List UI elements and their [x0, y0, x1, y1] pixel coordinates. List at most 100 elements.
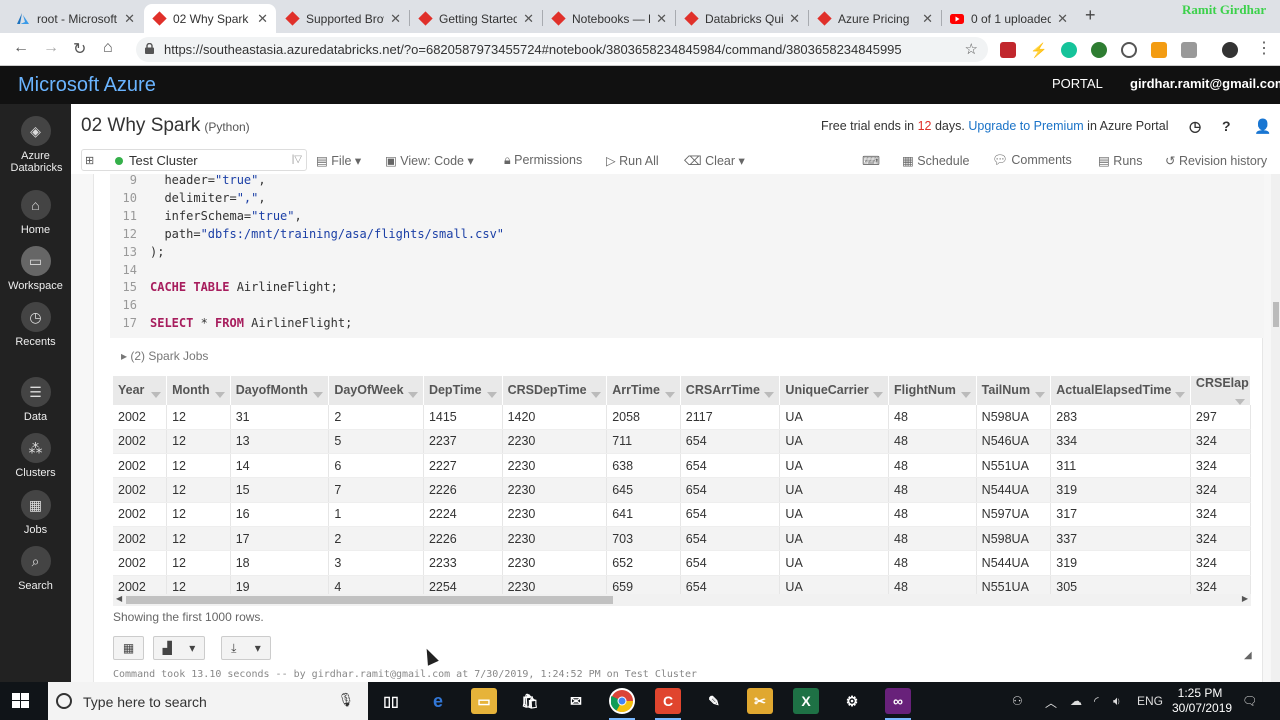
horizontal-scrollbar[interactable]: ◀ ▶: [113, 594, 1251, 606]
profile-avatar[interactable]: [1222, 42, 1238, 58]
cluster-selector[interactable]: ⊞ Test Cluster |▽: [81, 149, 307, 171]
tab-databricks-quickstart[interactable]: Databricks Quickstart✕: [676, 4, 808, 33]
tab-youtube-upload[interactable]: 0 of 1 uploaded ✕: [942, 4, 1076, 33]
column-header[interactable]: ActualElapsedTime: [1050, 376, 1191, 405]
schedule-button[interactable]: ▦ Schedule: [902, 153, 969, 168]
column-header[interactable]: CRSElap: [1190, 376, 1251, 405]
column-header[interactable]: TailNum: [976, 376, 1052, 405]
spark-jobs-toggle[interactable]: ▸ (2) Spark Jobs: [121, 349, 208, 363]
vertical-scrollbar[interactable]: [1271, 174, 1280, 682]
tab-azure-portal[interactable]: root - Microsoft Azure✕: [8, 4, 143, 33]
column-header[interactable]: Year: [113, 376, 168, 405]
sort-icon[interactable]: [873, 392, 884, 398]
column-header[interactable]: ArrTime: [606, 376, 681, 405]
clock-icon[interactable]: ◷: [1189, 118, 1201, 135]
close-icon[interactable]: ✕: [922, 11, 933, 27]
scrollbar-thumb[interactable]: [126, 596, 613, 604]
sort-icon[interactable]: [151, 392, 162, 398]
extension-red-icon[interactable]: [1000, 42, 1016, 58]
comments-button[interactable]: 💬︎ Comments: [992, 153, 1072, 168]
visual-studio-icon[interactable]: ∞: [885, 688, 911, 720]
notepad-icon[interactable]: ✎: [701, 688, 727, 714]
sidebar-item-home[interactable]: ⌂ Home: [0, 190, 71, 236]
tab-notebooks[interactable]: Notebooks — Databricks✕: [543, 4, 675, 33]
file-menu[interactable]: ▤ File ▾: [316, 153, 361, 168]
sort-icon[interactable]: [664, 392, 675, 398]
view-menu[interactable]: ▣ View: Code ▾: [385, 153, 474, 168]
sort-icon[interactable]: [591, 392, 602, 398]
scroll-left-icon[interactable]: ◀: [116, 594, 122, 603]
notebook-title[interactable]: 02 Why Spark (Python): [81, 115, 250, 137]
tab-why-spark[interactable]: 02 Why Spark ✕: [144, 4, 276, 33]
sort-icon[interactable]: [1035, 392, 1046, 398]
user-icon[interactable]: 👤: [1254, 118, 1271, 135]
sort-icon[interactable]: [214, 392, 225, 398]
microphone-icon[interactable]: 🎙︎: [337, 692, 354, 708]
file-explorer-icon[interactable]: ▭: [471, 688, 497, 714]
sort-icon[interactable]: [313, 392, 324, 398]
sort-icon[interactable]: [1235, 399, 1245, 405]
scroll-right-icon[interactable]: ▶: [1242, 594, 1248, 603]
sort-icon[interactable]: [960, 392, 971, 398]
url-bar[interactable]: https://southeastasia.azuredatabricks.ne…: [136, 37, 988, 62]
close-icon[interactable]: ✕: [1057, 11, 1068, 27]
column-header[interactable]: DepTime: [423, 376, 503, 405]
permissions-button[interactable]: 🔒︎ Permissions: [504, 153, 582, 168]
sort-icon[interactable]: [1174, 392, 1185, 398]
menu-kebab-icon[interactable]: ⋮: [1256, 38, 1272, 58]
grammarly-icon[interactable]: [1061, 42, 1077, 58]
user-account[interactable]: girdhar.ramit@gmail.com: [1130, 76, 1280, 91]
sort-icon[interactable]: [486, 392, 497, 398]
back-arrow-icon[interactable]: ←: [13, 39, 29, 57]
table-view-button[interactable]: ▦: [113, 636, 144, 660]
people-icon[interactable]: ⚇: [1012, 694, 1023, 708]
extension-green-icon[interactable]: [1091, 42, 1107, 58]
column-header[interactable]: UniqueCarrier: [779, 376, 890, 405]
onedrive-icon[interactable]: ☁: [1070, 694, 1082, 708]
azure-brand[interactable]: Microsoft Azure: [18, 74, 156, 97]
sidebar-item-clusters[interactable]: ⁂ Clusters: [0, 433, 71, 479]
camtasia-icon[interactable]: C: [655, 688, 681, 720]
sidebar-item-jobs[interactable]: ▦ Jobs: [0, 490, 71, 536]
help-icon[interactable]: ?: [1222, 118, 1231, 134]
revision-history-button[interactable]: ↺ Revision history: [1165, 153, 1267, 168]
task-view-icon[interactable]: ▯▯: [378, 688, 404, 714]
volume-icon[interactable]: 🔉︎: [1113, 694, 1121, 709]
home-icon[interactable]: ⌂: [103, 39, 113, 57]
run-all-button[interactable]: ▷ Run All: [606, 153, 659, 168]
chevron-up-icon[interactable]: ︿: [1045, 694, 1057, 711]
code-editor[interactable]: 9 header="true", 10 delimiter=",", 11 in…: [110, 174, 1264, 338]
close-icon[interactable]: ✕: [656, 11, 667, 27]
sidebar-item-recents[interactable]: ◷ Recents: [0, 302, 71, 348]
column-header[interactable]: DayofMonth: [230, 376, 330, 405]
column-header[interactable]: CRSArrTime: [680, 376, 781, 405]
sidebar-item-workspace[interactable]: ▭ Workspace: [0, 246, 71, 292]
column-header[interactable]: FlightNum: [888, 376, 977, 405]
column-header[interactable]: DayOfWeek: [328, 376, 424, 405]
sidebar-item-data[interactable]: ☰ Data: [0, 377, 71, 423]
forward-arrow-icon[interactable]: →: [43, 39, 59, 57]
reload-icon[interactable]: ↻: [73, 39, 86, 59]
bookmark-star-icon[interactable]: ☆: [965, 40, 978, 58]
sort-icon[interactable]: [407, 392, 418, 398]
mail-icon[interactable]: ✉: [563, 688, 589, 714]
close-icon[interactable]: ✕: [789, 11, 800, 27]
input-language[interactable]: ENG: [1137, 694, 1163, 708]
chart-view-button[interactable]: ▟ ▾: [153, 636, 205, 660]
close-icon[interactable]: ✕: [390, 11, 401, 27]
play-icon[interactable]: [1121, 42, 1137, 58]
sidebar-item-azure-databricks[interactable]: ◈ Azure Databricks: [0, 116, 71, 174]
tab-getting-started[interactable]: Getting Started ✕: [410, 4, 542, 33]
windows-start-icon[interactable]: [12, 693, 29, 709]
edge-icon[interactable]: e: [425, 688, 451, 714]
scrollbar-thumb[interactable]: [1273, 302, 1279, 327]
keyboard-icon[interactable]: ⌨: [862, 153, 880, 168]
tab-azure-pricing[interactable]: Azure Pricing ✕: [809, 4, 941, 33]
portal-link[interactable]: PORTAL: [1052, 76, 1103, 91]
tab-supported-browsers[interactable]: Supported Browsers✕: [277, 4, 409, 33]
notification-icon[interactable]: 🗨︎: [1242, 694, 1257, 708]
close-icon[interactable]: ✕: [523, 11, 534, 27]
sidebar-item-search[interactable]: ⌕ Search: [0, 546, 71, 592]
new-tab-icon[interactable]: +: [1085, 5, 1096, 26]
column-header[interactable]: CRSDepTime: [502, 376, 608, 405]
